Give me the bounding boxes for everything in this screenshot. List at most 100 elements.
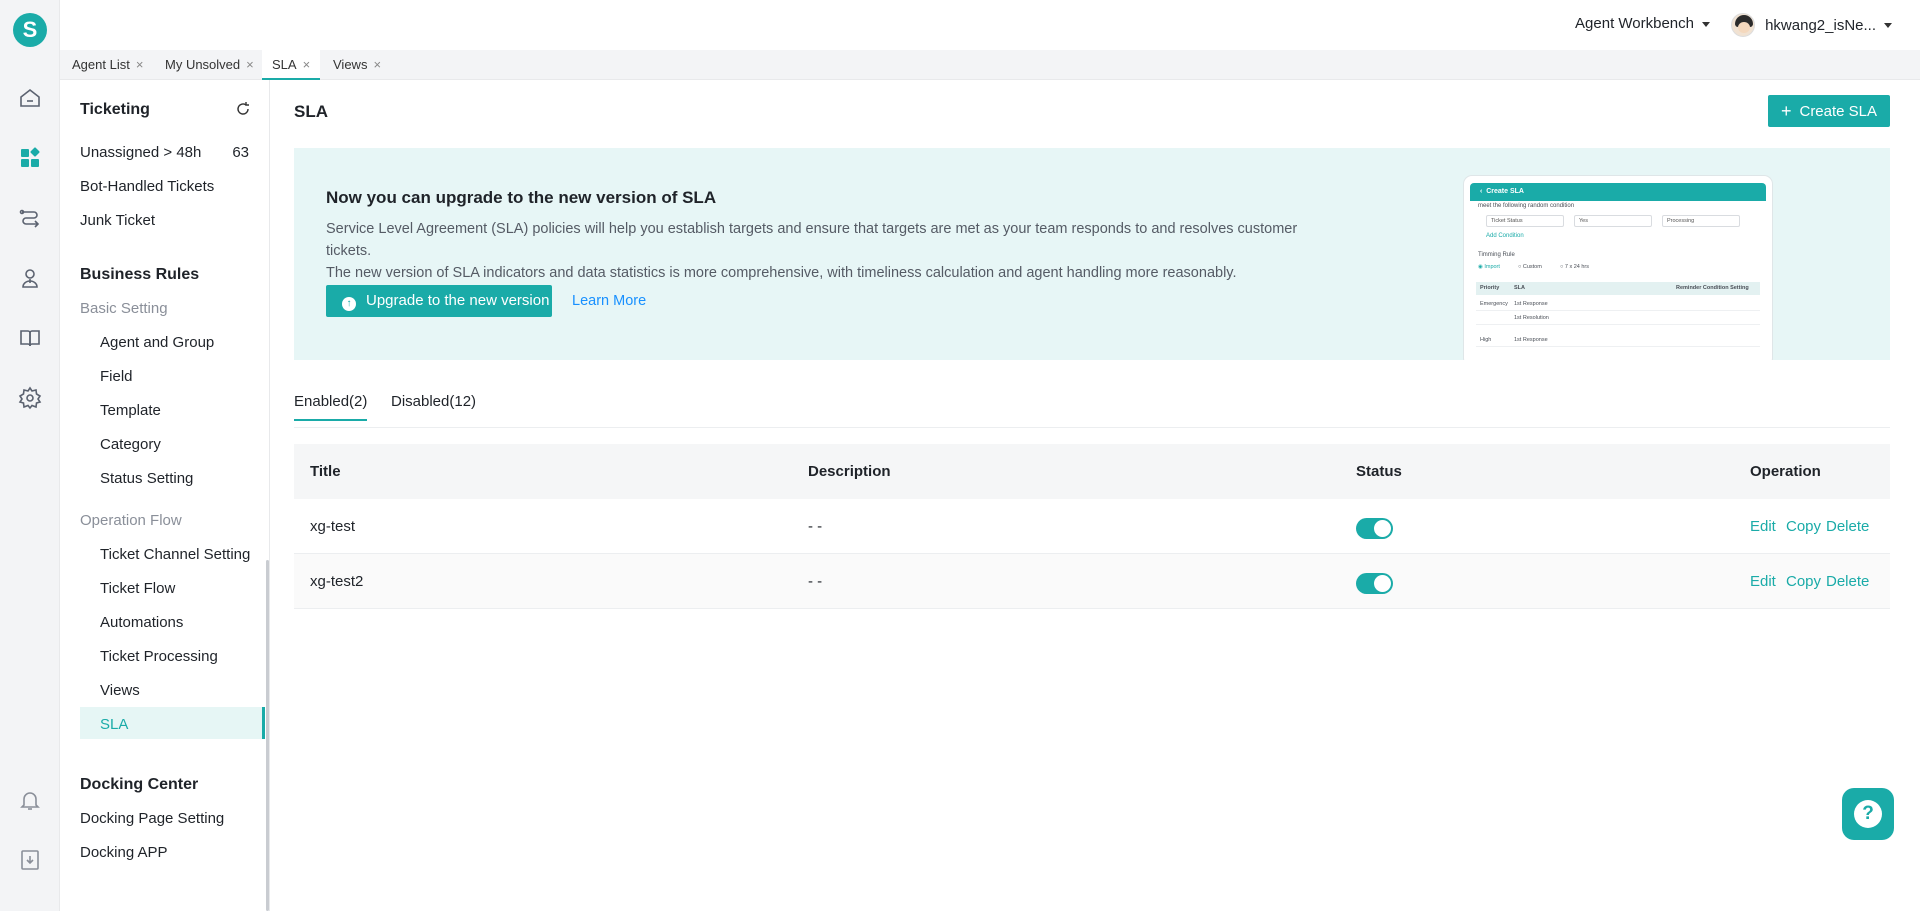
preview-radio: ○ Custom xyxy=(1518,264,1542,270)
row-title: xg-test2 xyxy=(310,573,364,590)
delete-link[interactable]: Delete xyxy=(1826,573,1869,590)
sidebar-scrollbar[interactable] xyxy=(266,560,269,911)
sidebar-item-views[interactable]: Views xyxy=(100,682,140,699)
preview-condition-text: meet the following random condition xyxy=(1478,203,1575,209)
create-sla-button[interactable]: + Create SLA xyxy=(1768,95,1890,127)
page-tabs-bar: Agent List × My Unsolved × SLA × Views × xyxy=(60,50,1920,80)
download-icon[interactable] xyxy=(18,848,42,872)
row-description: - - xyxy=(808,518,823,535)
question-icon: ? xyxy=(1854,800,1882,828)
edit-link[interactable]: Edit xyxy=(1750,518,1776,535)
user-menu[interactable]: hkwang2_isNe... xyxy=(1731,12,1892,38)
agent-icon[interactable] xyxy=(18,266,42,290)
settings-sidebar: Ticketing Unassigned > 48h 63 Bot-Handle… xyxy=(60,80,270,911)
column-title: Title xyxy=(310,463,341,480)
home-icon[interactable] xyxy=(18,86,42,110)
edit-link[interactable]: Edit xyxy=(1750,573,1776,590)
banner-title: Now you can upgrade to the new version o… xyxy=(326,188,717,207)
sidebar-item-docking-app[interactable]: Docking APP xyxy=(80,844,168,861)
left-rail: S xyxy=(0,0,60,911)
arrow-up-circle-icon: ↑ xyxy=(342,297,356,311)
upgrade-banner: Now you can upgrade to the new version o… xyxy=(294,148,1890,360)
sidebar-item-status-setting[interactable]: Status Setting xyxy=(100,470,193,487)
preview-table-row: 1st Resolution xyxy=(1476,312,1760,325)
plus-icon: + xyxy=(1780,101,1792,121)
unassigned-count: 63 xyxy=(232,144,249,161)
column-description: Description xyxy=(808,463,891,480)
page-tab-sla[interactable]: SLA × xyxy=(262,50,321,80)
sidebar-section-business-rules: Business Rules xyxy=(80,266,200,283)
preview-timing-rule: Timming Rule xyxy=(1478,252,1515,258)
status-toggle[interactable] xyxy=(1356,518,1393,539)
table-row: xg-test2 - - Edit Copy Delete xyxy=(294,554,1890,609)
sidebar-group-basic-setting: Basic Setting xyxy=(80,300,168,317)
preview-add-condition: Add Condition xyxy=(1486,233,1524,239)
copy-link[interactable]: Copy xyxy=(1786,518,1821,535)
settings-icon[interactable] xyxy=(18,386,42,410)
delete-link[interactable]: Delete xyxy=(1826,518,1869,535)
bell-icon[interactable] xyxy=(18,788,42,812)
sidebar-item-agent-and-group[interactable]: Agent and Group xyxy=(100,334,214,351)
knowledge-book-icon[interactable] xyxy=(18,326,42,350)
close-icon[interactable]: × xyxy=(136,57,144,72)
upgrade-button[interactable]: ↑ Upgrade to the new version xyxy=(326,285,552,317)
sidebar-item-automations[interactable]: Automations xyxy=(100,614,183,631)
page-tab-agent-list[interactable]: Agent List × xyxy=(62,50,153,80)
close-icon[interactable]: × xyxy=(303,57,311,72)
row-description: - - xyxy=(808,573,823,590)
workbench-dropdown[interactable]: Agent Workbench xyxy=(1575,15,1710,32)
learn-more-link[interactable]: Learn More xyxy=(572,293,646,309)
preview-select: Yes xyxy=(1574,215,1652,227)
help-chat-button[interactable]: ? xyxy=(1842,788,1894,840)
banner-desc-line: Service Level Agreement (SLA) policies w… xyxy=(326,221,1298,259)
page-tab-views[interactable]: Views × xyxy=(323,50,391,80)
copy-link[interactable]: Copy xyxy=(1786,573,1821,590)
sidebar-item-junk-ticket[interactable]: Junk Ticket xyxy=(80,212,155,229)
page-tab-label: SLA xyxy=(272,57,297,72)
sidebar-item-docking-page-setting[interactable]: Docking Page Setting xyxy=(80,810,224,827)
preview-header: ‹ Create SLA xyxy=(1470,183,1766,201)
sidebar-section-docking-center: Docking Center xyxy=(80,776,199,793)
sidebar-item-ticket-channel-setting[interactable]: Ticket Channel Setting xyxy=(100,546,250,563)
page-tab-label: Views xyxy=(333,57,368,72)
routing-icon[interactable] xyxy=(18,206,42,230)
sidebar-item-ticket-flow[interactable]: Ticket Flow xyxy=(100,580,175,597)
row-title: xg-test xyxy=(310,518,356,535)
preview-table-header: Priority SLA Reminder Condition Setting xyxy=(1476,282,1760,295)
app-logo[interactable]: S xyxy=(13,13,47,47)
table-row: xg-test - - Edit Copy Delete xyxy=(294,499,1890,554)
sidebar-item-ticket-processing[interactable]: Ticket Processing xyxy=(100,648,218,665)
tab-enabled[interactable]: Enabled(2) xyxy=(294,393,368,421)
close-icon[interactable]: × xyxy=(246,57,254,72)
refresh-icon[interactable] xyxy=(235,101,251,117)
banner-description: Service Level Agreement (SLA) policies w… xyxy=(326,218,1326,284)
page-tab-my-unsolved[interactable]: My Unsolved × xyxy=(155,50,264,80)
sla-table: Title Description Status Operation xg-te… xyxy=(294,444,1890,609)
sidebar-item-bot-handled[interactable]: Bot-Handled Tickets xyxy=(80,178,214,195)
table-header: Title Description Status Operation xyxy=(294,444,1890,499)
page-title: SLA xyxy=(294,102,328,121)
user-name: hkwang2_isNe... xyxy=(1765,16,1876,34)
sidebar-item-sla[interactable]: SLA xyxy=(100,716,128,733)
sidebar-item-field[interactable]: Field xyxy=(100,368,133,385)
create-sla-label: Create SLA xyxy=(1799,103,1878,120)
workbench-label: Agent Workbench xyxy=(1575,15,1694,32)
dashboard-icon[interactable] xyxy=(18,146,42,170)
sidebar-group-operation-flow: Operation Flow xyxy=(80,512,182,529)
column-operation: Operation xyxy=(1750,463,1821,480)
preview-table-row: High 1st Response xyxy=(1476,334,1760,347)
preview-radio: ◉ Import xyxy=(1478,264,1500,270)
status-toggle[interactable] xyxy=(1356,573,1393,594)
sidebar-item-category[interactable]: Category xyxy=(100,436,161,453)
page-tab-label: Agent List xyxy=(72,57,130,72)
caret-down-icon xyxy=(1702,21,1710,27)
close-icon[interactable]: × xyxy=(373,57,381,72)
preview-select: Processing xyxy=(1662,215,1740,227)
sidebar-item-unassigned[interactable]: Unassigned > 48h xyxy=(80,144,201,161)
caret-down-icon xyxy=(1884,22,1892,28)
avatar xyxy=(1731,13,1756,37)
sidebar-item-template[interactable]: Template xyxy=(100,402,161,419)
tab-disabled[interactable]: Disabled(12) xyxy=(391,393,476,410)
banner-desc-line: The new version of SLA indicators and da… xyxy=(326,265,1237,281)
column-status: Status xyxy=(1356,463,1402,480)
